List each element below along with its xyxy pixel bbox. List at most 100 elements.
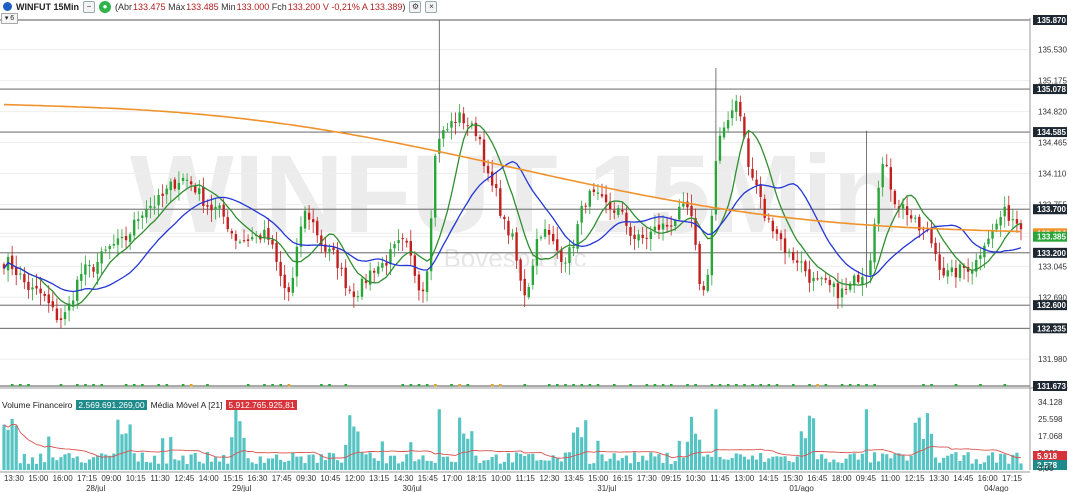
signal-dot: [189, 384, 193, 387]
volume-bar: [795, 456, 799, 470]
volume-bar: [893, 453, 897, 470]
volume-bar: [323, 460, 327, 470]
signal-dot: [157, 384, 160, 387]
volume-bar: [364, 454, 368, 470]
candle-body: [661, 223, 665, 230]
candle-body: [401, 238, 404, 240]
candle-body: [238, 241, 242, 243]
candle-body: [503, 216, 506, 220]
candle-body: [421, 289, 425, 292]
volume-bar: [673, 461, 677, 470]
signal-dot: [434, 384, 437, 387]
volume-bar: [201, 463, 205, 470]
candle-body: [226, 217, 229, 230]
volume-bar: [486, 460, 490, 470]
volume-bar: [502, 461, 506, 470]
symbol-icon: [3, 2, 12, 11]
volume-bar: [1007, 463, 1011, 470]
volume-bar: [933, 457, 938, 470]
volume-bar: [657, 454, 661, 470]
volume-bar: [6, 429, 10, 470]
candle-body: [303, 210, 307, 229]
volume-bar: [405, 454, 409, 470]
volume-bar: [547, 460, 551, 470]
candle-body: [779, 233, 783, 240]
candle-body: [177, 182, 181, 190]
volume-bar: [868, 462, 873, 470]
volume-bar: [514, 452, 519, 470]
time-tick-label: 16:15: [613, 474, 634, 483]
candle-body: [547, 229, 551, 235]
volume-bar: [144, 461, 148, 470]
volume-tick-label: 34.128: [1038, 398, 1063, 407]
volume-bar: [356, 431, 360, 470]
volume-bar: [848, 454, 852, 470]
candle-body: [893, 190, 897, 205]
min-label: Min: [221, 1, 236, 12]
candle-body: [372, 270, 376, 273]
candle-body: [759, 184, 762, 197]
volume-bar: [571, 432, 576, 470]
date-tick-label: 28/jul: [86, 484, 105, 492]
candle-body: [791, 251, 795, 261]
time-tick-label: 10:45: [320, 474, 341, 483]
candle-body: [84, 264, 87, 275]
volume-bar: [250, 462, 254, 470]
candle-body: [356, 296, 360, 298]
volume-bar: [840, 463, 844, 470]
candle-body: [450, 121, 453, 128]
time-tick-label: 11:15: [515, 474, 535, 483]
candle-body: [141, 215, 144, 218]
symbol-name[interactable]: WINFUT 15Min: [16, 2, 79, 12]
price-tick-label: 134.110: [1038, 169, 1067, 178]
time-tick-label: 16:30: [247, 474, 268, 483]
volume-bar: [340, 462, 344, 470]
chart-header: WINFUT 15Min − ● (Abr133.475 Máx133.485 …: [0, 0, 1068, 13]
candle-body: [572, 247, 575, 249]
candle-body: [279, 261, 282, 277]
candle-body: [909, 215, 913, 219]
time-tick-label: 12:00: [345, 474, 366, 483]
indicator-count-button[interactable]: ▾ 6: [1, 13, 18, 24]
volume-bar: [966, 452, 970, 470]
candle-body: [621, 210, 624, 212]
signal-dot: [409, 384, 413, 387]
candle-body: [486, 165, 490, 174]
volume-bar: [136, 461, 140, 470]
candle-body: [804, 261, 807, 272]
abr-label: Abr: [118, 1, 133, 12]
live-icon[interactable]: ●: [99, 0, 111, 13]
candle-body: [816, 278, 819, 280]
volume-bar: [128, 424, 132, 470]
time-tick-label: 15:00: [28, 474, 49, 483]
signal-dot: [100, 384, 104, 387]
candle-body: [824, 278, 827, 280]
volume-bar: [592, 463, 596, 470]
fch-value: 133.200: [287, 1, 321, 12]
price-tag-label: 133.385: [1037, 233, 1066, 242]
candle-body: [983, 245, 986, 258]
time-tick-label: 14:00: [199, 474, 220, 483]
close-icon[interactable]: ×: [425, 0, 438, 13]
minus-icon[interactable]: −: [83, 0, 95, 13]
signal-dot: [1003, 384, 1007, 387]
volume-bar: [262, 462, 266, 470]
volume-bar: [681, 457, 685, 470]
volume-bar: [376, 460, 380, 470]
time-tick-label: 09:15: [661, 474, 682, 483]
candle-body: [88, 264, 91, 267]
candle-body: [149, 205, 152, 208]
candle-body: [669, 225, 673, 227]
candle-body: [120, 236, 124, 239]
volume-bar: [742, 456, 746, 470]
settings-icon[interactable]: ⚙: [409, 0, 422, 13]
signal-dot: [816, 384, 819, 387]
volume-bar: [510, 462, 515, 470]
signal-dot: [596, 384, 600, 387]
candle-body: [857, 274, 860, 283]
volume-bar: [238, 421, 242, 470]
signal-dot: [824, 384, 828, 387]
signal-dot: [653, 384, 657, 387]
ohlc-readout: (Abr133.475 Máx133.485 Min133.000 Fch133…: [115, 1, 406, 12]
candle-body: [718, 135, 722, 161]
